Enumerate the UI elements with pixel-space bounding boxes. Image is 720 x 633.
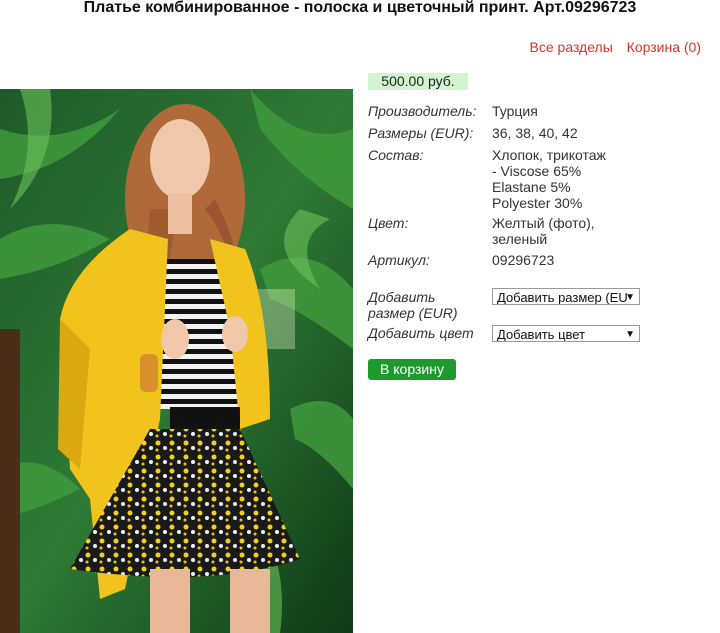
manufacturer-label: Производитель: — [368, 103, 477, 119]
article-value: 09296723 — [492, 252, 555, 268]
sizes-value: 36, 38, 40, 42 — [492, 125, 578, 141]
color-value: Желтый (фото), зеленый — [492, 215, 595, 247]
color-line: Желтый (фото), — [492, 215, 595, 231]
composition-line: Elastane 5% — [492, 179, 571, 195]
composition-value: Хлопок, трикотаж - Viscose 65% Elastane … — [492, 147, 606, 211]
page-title: Платье комбинированное - полоска и цвето… — [83, 0, 637, 16]
color-select[interactable]: Добавить цвет ▼ — [492, 325, 640, 342]
composition-line: - Viscose 65% — [492, 163, 582, 179]
color-label: Цвет: — [368, 215, 409, 231]
chevron-down-icon: ▼ — [625, 329, 635, 340]
add-color-label: Добавить цвет — [368, 325, 474, 341]
add-size-label: Добавить размер (EUR) — [368, 289, 458, 321]
composition-label: Состав: — [368, 147, 424, 163]
sizes-label: Размеры (EUR): — [368, 125, 474, 141]
product-photo-image — [0, 89, 353, 633]
all-sections-link[interactable]: Все разделы — [530, 39, 613, 55]
color-line: зеленый — [492, 231, 548, 247]
add-size-label-line: Добавить — [368, 289, 436, 305]
add-to-cart-button[interactable]: В корзину — [368, 359, 456, 380]
chevron-down-icon: ▼ — [625, 292, 635, 303]
color-select-value: Добавить цвет — [497, 327, 586, 342]
product-photo[interactable] — [0, 89, 353, 633]
article-label: Артикул: — [368, 252, 430, 268]
composition-line: Хлопок, трикотаж — [492, 147, 606, 163]
size-select-value: Добавить размер (EUR) — [497, 290, 627, 305]
add-size-label-line: размер (EUR) — [368, 305, 458, 321]
composition-line: Polyester 30% — [492, 195, 583, 211]
cart-link[interactable]: Корзина (0) — [627, 39, 701, 55]
price-badge: 500.00 руб. — [368, 73, 468, 90]
size-select[interactable]: Добавить размер (EUR) ▼ — [492, 288, 640, 305]
manufacturer-value: Турция — [492, 103, 538, 119]
top-nav: Все разделы Корзина (0) — [520, 39, 701, 55]
